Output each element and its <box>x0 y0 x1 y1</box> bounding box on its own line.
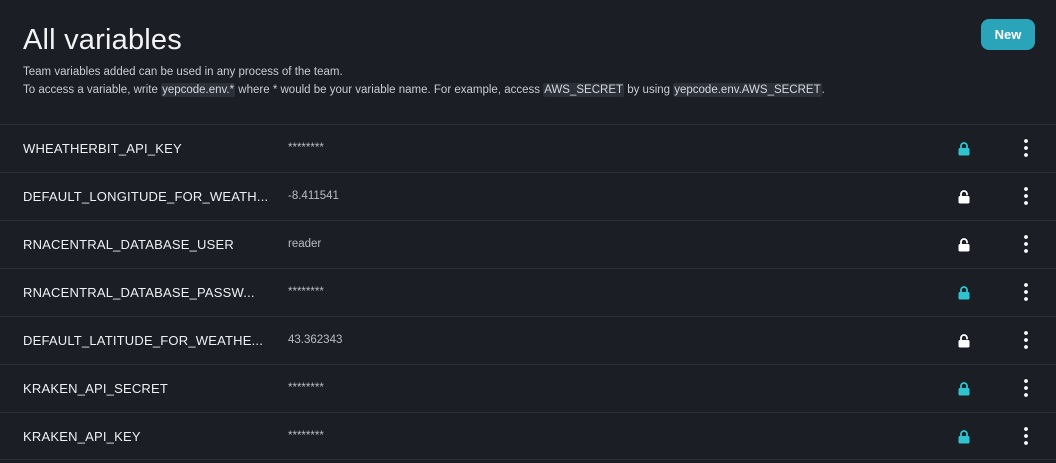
description-line-2: To access a variable, write yepcode.env.… <box>23 83 825 97</box>
more-options-icon[interactable] <box>1016 329 1036 351</box>
lock-closed-icon <box>958 382 970 396</box>
variable-row[interactable]: DEFAULT_LATITUDE_FOR_WEATHE... 43.362343 <box>0 316 1056 364</box>
variable-value: 43.362343 <box>288 334 343 346</box>
more-options-icon[interactable] <box>1016 281 1036 303</box>
variable-name: DEFAULT_LATITUDE_FOR_WEATHE... <box>23 333 264 348</box>
new-variable-button[interactable]: New <box>981 19 1035 50</box>
variable-name: KRAKEN_API_SECRET <box>23 381 169 396</box>
variables-page: All variables Team variables added can b… <box>0 0 1056 463</box>
variable-value: reader <box>288 238 322 250</box>
lock-closed-icon <box>958 430 970 444</box>
code-snippet: AWS_SECRET <box>543 83 625 97</box>
more-options-icon[interactable] <box>1016 137 1036 159</box>
variable-row[interactable]: WHEATHERBIT_API_KEY ******** <box>0 124 1056 172</box>
variable-value: ******** <box>288 142 324 154</box>
more-options-icon[interactable] <box>1016 185 1036 207</box>
variable-name: WHEATHERBIT_API_KEY <box>23 141 182 156</box>
lock-closed-icon <box>958 286 970 300</box>
variables-list: WHEATHERBIT_API_KEY ******** DEFAULT_LON… <box>0 124 1056 460</box>
description-text: where * would be your variable name. For… <box>235 84 544 96</box>
page-header: All variables Team variables added can b… <box>0 0 1056 124</box>
variable-row[interactable]: RNACENTRAL_DATABASE_PASSW... ******** <box>0 268 1056 316</box>
variable-name: RNACENTRAL_DATABASE_PASSW... <box>23 285 255 300</box>
lock-open-icon <box>958 238 970 252</box>
variable-name: DEFAULT_LONGITUDE_FOR_WEATH... <box>23 189 269 204</box>
lock-open-icon <box>958 334 970 348</box>
more-options-icon[interactable] <box>1016 377 1036 399</box>
variable-row[interactable]: KRAKEN_API_KEY ******** <box>0 412 1056 460</box>
more-options-icon[interactable] <box>1016 425 1036 447</box>
variable-value: -8.411541 <box>288 190 339 202</box>
lock-closed-icon <box>958 142 970 156</box>
variable-name: KRAKEN_API_KEY <box>23 429 141 444</box>
page-title: All variables <box>23 24 182 56</box>
description-text: by using <box>624 84 674 96</box>
more-options-icon[interactable] <box>1016 233 1036 255</box>
description-text: To access a variable, write <box>23 84 162 96</box>
description-text: . <box>821 84 825 96</box>
variable-row[interactable]: DEFAULT_LONGITUDE_FOR_WEATH... -8.411541 <box>0 172 1056 220</box>
lock-open-icon <box>958 190 970 204</box>
variable-name: RNACENTRAL_DATABASE_USER <box>23 237 234 252</box>
description-line-1: Team variables added can be used in any … <box>23 66 343 78</box>
variable-row[interactable]: RNACENTRAL_DATABASE_USER reader <box>0 220 1056 268</box>
variable-value: ******** <box>288 382 324 394</box>
variable-row[interactable]: KRAKEN_API_SECRET ******** <box>0 364 1056 412</box>
code-snippet: yepcode.env.* <box>161 83 236 97</box>
variable-value: ******** <box>288 286 324 298</box>
code-snippet: yepcode.env.AWS_SECRET <box>673 83 822 97</box>
variable-value: ******** <box>288 430 324 442</box>
